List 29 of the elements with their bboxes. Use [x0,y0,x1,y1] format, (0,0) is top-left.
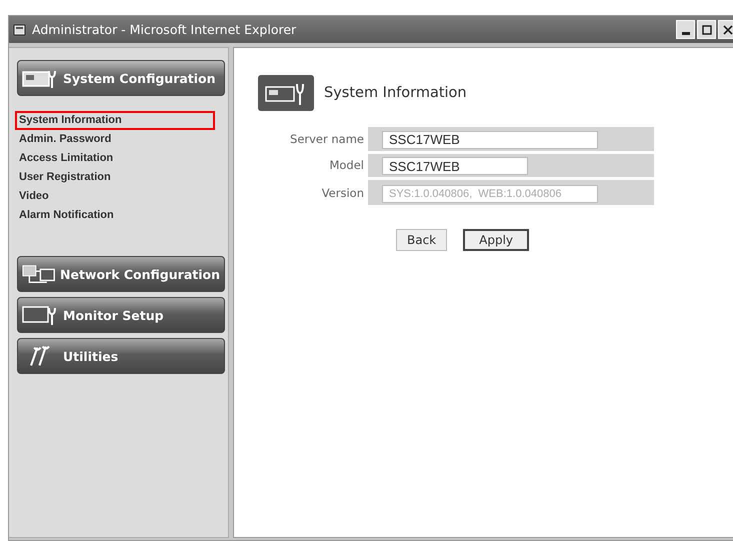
section-button[interactable]: Network Configuration [17,256,225,292]
menu-item[interactable]: Alarm Notification [15,206,215,225]
device-wrench-icon [258,75,314,111]
tools-icon [30,345,50,367]
page-title: System Information [324,85,467,101]
form-button[interactable]: Back [396,229,448,251]
maximize-icon [702,24,712,34]
menu-item[interactable]: Admin. Password [15,130,215,149]
field-label: Model [328,157,365,174]
text-field[interactable]: SSC17WEB [382,130,598,148]
section-button[interactable]: Monitor Setup [17,297,225,333]
menu-item[interactable]: System Information [15,111,215,130]
page-icon [13,22,27,36]
close-icon [722,24,732,34]
close-button[interactable] [718,20,733,39]
minimize-icon [682,32,690,35]
window-title: Administrator - Microsoft Internet Explorer [32,22,298,37]
menu-item[interactable]: User Registration [15,168,215,187]
field-label: Server name [289,130,365,148]
maximize-button[interactable] [697,20,716,39]
menu-item[interactable]: Access Limitation [15,149,215,168]
network-computers-icon [22,263,57,285]
field-label: Version [320,184,365,202]
section-button[interactable]: System Configuration [17,60,225,96]
form-button[interactable]: Apply [463,229,530,251]
text-field[interactable]: SSC17WEB [382,157,528,175]
minimize-button[interactable] [676,20,695,39]
menu-item[interactable]: Video [15,187,215,206]
section-button[interactable]: Utilities [17,338,225,374]
